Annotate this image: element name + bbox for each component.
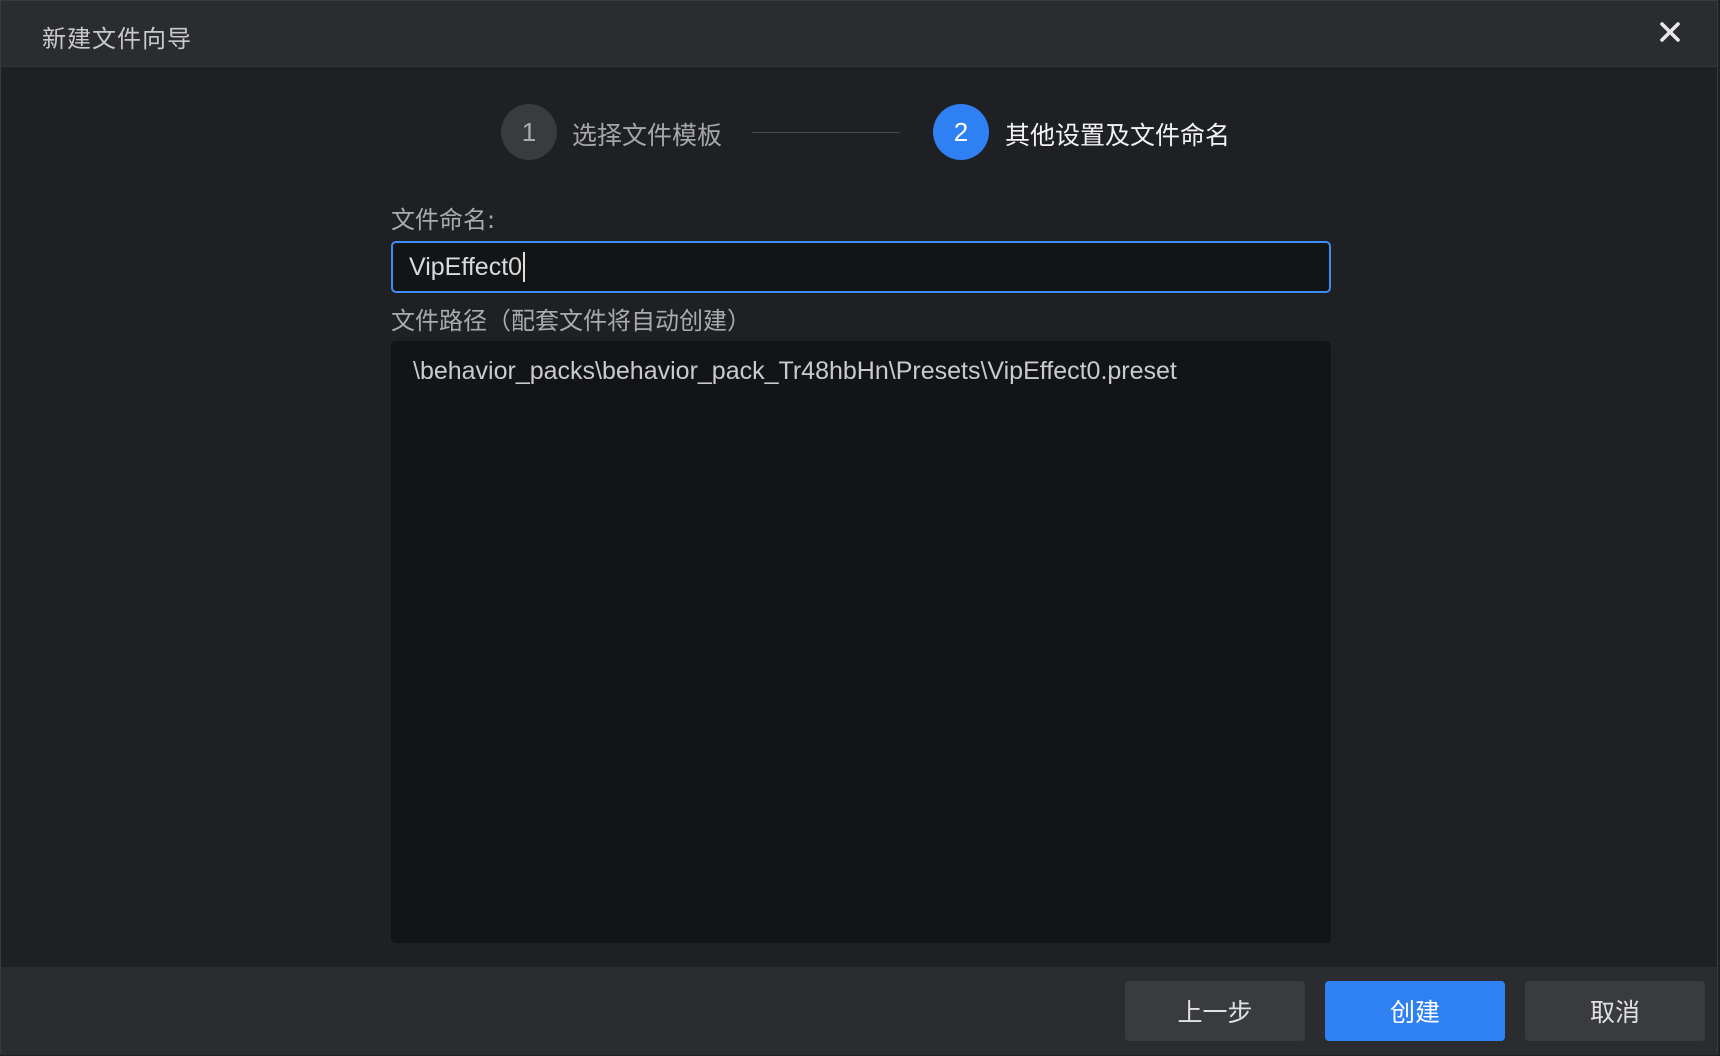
title-bar: 新建文件向导 (1, 1, 1717, 67)
file-name-input[interactable]: VipEffect0 (391, 241, 1331, 293)
file-path-label: 文件路径（配套文件将自动创建） (391, 307, 751, 335)
step-1-indicator: 1 (501, 104, 557, 160)
dialog-title: 新建文件向导 (42, 25, 192, 53)
new-file-wizard-dialog: 新建文件向导 1 选择文件模板 2 其他设置及文件命名 文件命名: VipEff… (0, 0, 1718, 1055)
step-2-indicator: 2 (933, 104, 989, 160)
step-2-label: 其他设置及文件命名 (1005, 121, 1231, 150)
previous-step-button[interactable]: 上一步 (1125, 981, 1305, 1041)
file-path-box: \behavior_packs\behavior_pack_Tr48hbHn\P… (391, 341, 1331, 943)
text-caret (523, 252, 526, 282)
close-button[interactable] (1653, 15, 1687, 49)
dialog-footer: 上一步 创建 取消 (1, 967, 1717, 1055)
create-button[interactable]: 创建 (1325, 981, 1505, 1041)
file-path-value: \behavior_packs\behavior_pack_Tr48hbHn\P… (413, 357, 1177, 385)
step-connector (752, 132, 900, 133)
cancel-button[interactable]: 取消 (1525, 981, 1705, 1041)
dialog-body: 1 选择文件模板 2 其他设置及文件命名 文件命名: VipEffect0 文件… (1, 67, 1717, 967)
close-icon (1660, 22, 1680, 42)
wizard-steps: 1 选择文件模板 2 其他设置及文件命名 (1, 104, 1717, 160)
file-name-label: 文件命名: (391, 206, 496, 234)
step-1-label: 选择文件模板 (572, 121, 723, 150)
file-name-value: VipEffect0 (409, 252, 523, 281)
